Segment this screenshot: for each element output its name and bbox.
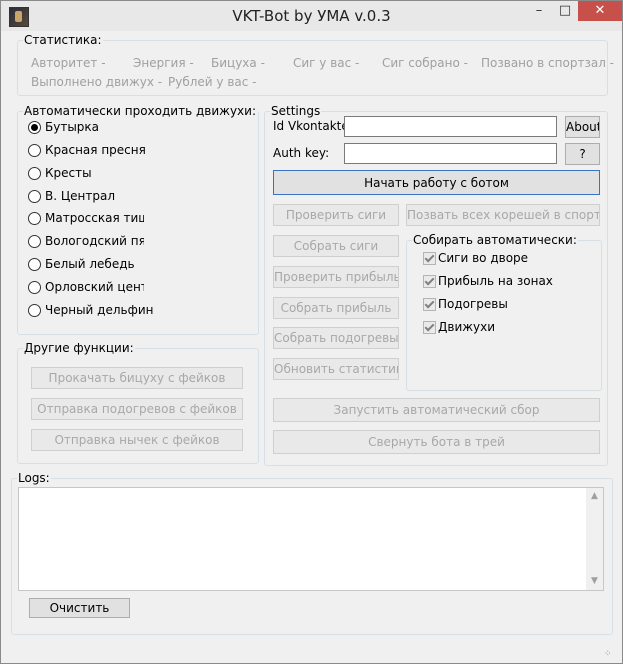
refresh-stats-button[interactable]: Обновить статистику <box>273 358 399 380</box>
clear-logs-button[interactable]: Очистить <box>29 598 130 618</box>
radio-selected-icon <box>28 121 41 134</box>
stat-authority: Авторитет - <box>31 56 106 70</box>
maximize-icon[interactable]: □ <box>552 1 578 21</box>
scroll-down-icon[interactable]: ▼ <box>586 573 603 590</box>
stat-rubles: Рублей у вас - <box>168 75 257 89</box>
collect-profit-button[interactable]: Собрать прибыль <box>273 297 399 319</box>
radio-icon <box>28 281 41 294</box>
auto-legend: Автоматически проходить движухи: <box>23 104 257 118</box>
about-button[interactable]: About <box>565 116 600 138</box>
radio-icon <box>28 304 41 317</box>
radio-matrosskaya-tishina[interactable]: Матросская тишина <box>28 211 144 227</box>
check-cigs-button[interactable]: Проверить сиги <box>273 204 399 226</box>
checkbox-checked-icon <box>423 321 436 334</box>
radio-vologodsky-pyatak[interactable]: Вологодский пятак <box>28 234 144 250</box>
start-bot-button[interactable]: Начать работу с ботом <box>273 170 600 195</box>
logs-scrollbar[interactable]: ▲ ▼ <box>586 488 603 590</box>
send-warmups-button[interactable]: Отправка подогревов с фейков <box>31 398 243 420</box>
auth-key-label: Auth key: <box>273 146 330 160</box>
logs-textarea[interactable]: ▲ ▼ <box>18 487 604 591</box>
settings-legend: Settings <box>270 104 322 118</box>
other-legend: Другие функции: <box>23 341 135 355</box>
scroll-up-icon[interactable]: ▲ <box>586 488 603 505</box>
checkbox-checked-icon <box>423 252 436 265</box>
minimize-icon[interactable]: – <box>526 1 552 21</box>
stats-group: Статистика: Авторитет - Энергия - Бицуха… <box>17 33 614 96</box>
collect-cigs-button[interactable]: Собрать сиги <box>273 235 399 257</box>
stat-biceps: Бицуха - <box>211 56 265 70</box>
help-button[interactable]: ? <box>565 143 600 165</box>
radio-icon <box>28 190 41 203</box>
auth-key-input[interactable] <box>344 143 557 164</box>
id-vkontakte-input[interactable] <box>344 116 557 137</box>
radio-icon <box>28 258 41 271</box>
stat-tasks-done: Выполнено движух - <box>31 75 163 89</box>
collect-warmups-button[interactable]: Собрать подогревы <box>273 327 399 349</box>
auto-group: Автоматически проходить движухи: Бутырка… <box>17 104 259 335</box>
radio-icon <box>28 144 41 157</box>
checkbox-checked-icon <box>423 298 436 311</box>
check-profit-button[interactable]: Проверить прибыль <box>273 266 399 288</box>
radio-icon <box>28 235 41 248</box>
checkbox-checked-icon <box>423 275 436 288</box>
logs-legend: Logs: <box>17 471 51 485</box>
invite-to-gym-button[interactable]: Позвать всех корешей в спортзал <box>406 204 600 226</box>
radio-icon <box>28 212 41 225</box>
stat-cigs-have: Сиг у вас - <box>293 56 360 70</box>
title-bar[interactable]: VKT-Bot by УМА v.0.3 – □ ✕ <box>1 1 622 31</box>
id-vkontakte-label: Id Vkontakte: <box>273 119 353 133</box>
resize-grip-icon[interactable]: ⁘ <box>604 649 611 659</box>
stat-cigs-collected: Сиг собрано - <box>382 56 468 70</box>
stat-energy: Энергия - <box>133 56 194 70</box>
radio-orlovsky-tsentral[interactable]: Орловский централ <box>28 280 144 296</box>
settings-group: Settings Id Vkontakte: About Auth key: ?… <box>264 104 608 466</box>
stats-legend: Статистика: <box>23 33 103 47</box>
close-icon[interactable]: ✕ <box>578 1 622 21</box>
collect-auto-legend: Собирать автоматически: <box>412 233 578 247</box>
main-window: VKT-Bot by УМА v.0.3 – □ ✕ Статистика: А… <box>0 0 623 664</box>
radio-icon <box>28 167 41 180</box>
minimize-to-tray-button[interactable]: Свернуть бота в трей <box>273 430 600 454</box>
send-stashes-button[interactable]: Отправка нычек с фейков <box>31 429 243 451</box>
run-auto-collect-button[interactable]: Запустить автоматический сбор <box>273 398 600 422</box>
pump-biceps-button[interactable]: Прокачать бицуху с фейков <box>31 367 243 389</box>
other-functions-group: Другие функции: Прокачать бицуху с фейко… <box>17 341 259 464</box>
collect-auto-group: Собирать автоматически: Сиги во дворе Пр… <box>406 233 602 391</box>
stat-invited-gym: Позвано в спортзал - <box>481 56 615 70</box>
